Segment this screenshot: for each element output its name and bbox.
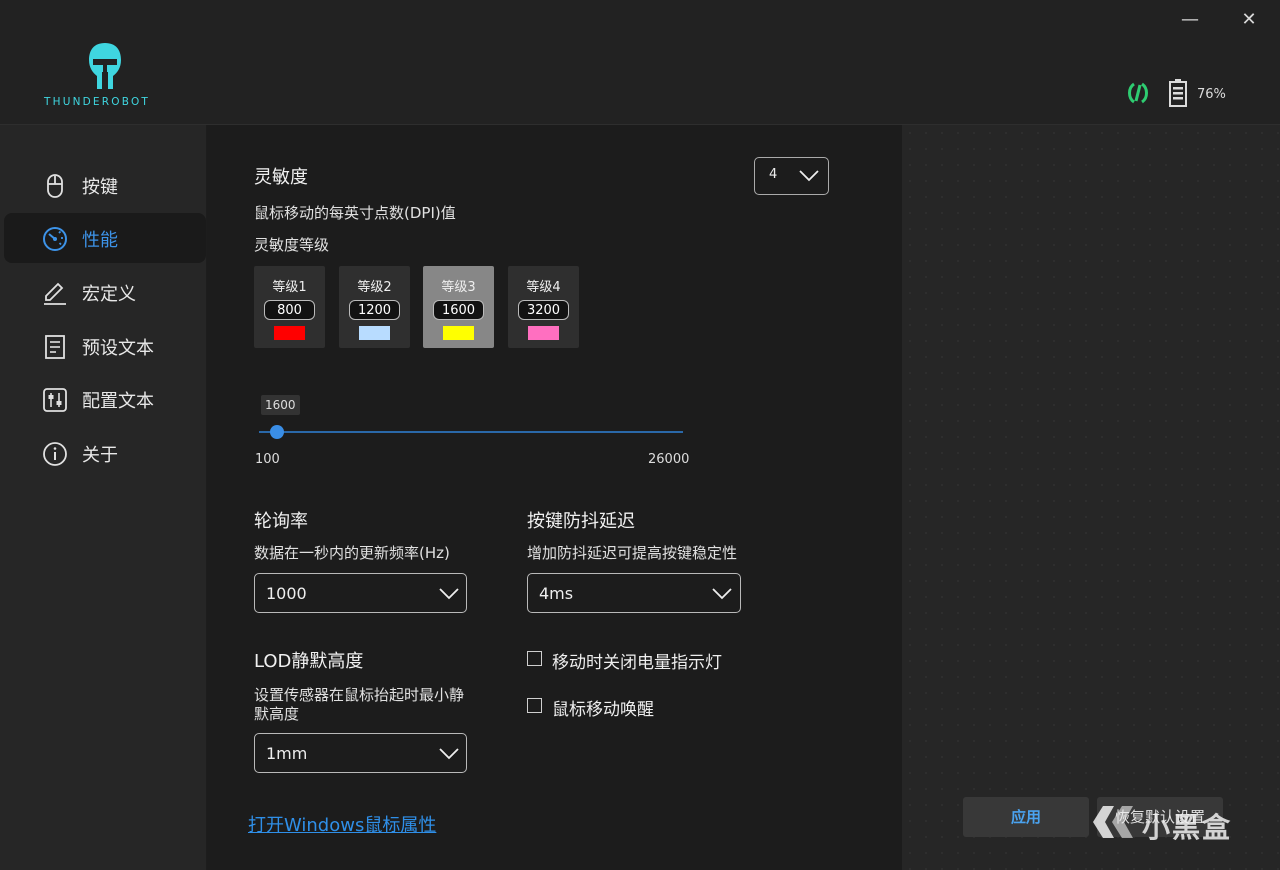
sensitivity-description: 鼠标移动的每英寸点数(DPI)值: [254, 204, 456, 222]
wake-on-move-label: 鼠标移动唤醒: [552, 700, 654, 720]
dpi-slider-min: 100: [255, 452, 280, 467]
dpi-level-card-active[interactable]: 等级3 1600: [423, 266, 494, 348]
dpi-level-name: 等级2: [357, 280, 392, 295]
chevron-down-icon: [712, 588, 732, 600]
dpi-level-card[interactable]: 等级4 3200: [508, 266, 579, 348]
dpi-value-field[interactable]: 3200: [518, 300, 569, 320]
debounce-value: 4ms: [539, 584, 574, 603]
sidebar-item-about[interactable]: 关于: [4, 428, 206, 478]
sliders-icon: [43, 388, 67, 412]
mouse-icon: [47, 174, 63, 198]
sidebar-item-config-text[interactable]: 配置文本: [4, 374, 206, 424]
dpi-color-swatch[interactable]: [359, 326, 390, 340]
brand-name: THUNDEROBOT: [44, 96, 151, 108]
battery-led-off-option[interactable]: 移动时关闭电量指示灯: [527, 648, 777, 673]
sensitivity-levels-label: 灵敏度等级: [254, 236, 330, 254]
pencil-icon: [44, 282, 66, 305]
sidebar-item-keys[interactable]: 按键: [4, 160, 206, 210]
sidebar-item-label: 宏定义: [82, 284, 136, 305]
lod-height-value: 1mm: [266, 744, 308, 763]
dpi-color-swatch[interactable]: [274, 326, 305, 340]
dpi-level-name: 等级4: [526, 280, 561, 295]
heybox-logo-icon: [1093, 806, 1133, 838]
battery-led-off-checkbox[interactable]: [527, 651, 542, 666]
battery-icon: [1169, 79, 1187, 107]
chevron-down-icon: [799, 170, 819, 182]
wake-on-move-checkbox[interactable]: [527, 698, 542, 713]
dpi-color-swatch[interactable]: [528, 326, 559, 340]
polling-rate-description: 数据在一秒内的更新频率(Hz): [254, 544, 450, 562]
polling-rate-select[interactable]: 1000: [254, 573, 467, 613]
document-icon: [45, 335, 65, 359]
sidebar-item-performance[interactable]: 性能: [4, 213, 206, 263]
dpi-level-card[interactable]: 等级2 1200: [339, 266, 410, 348]
minimize-button[interactable]: —: [1175, 8, 1205, 32]
chevron-down-icon: [439, 588, 459, 600]
sensitivity-title: 灵敏度: [254, 167, 308, 188]
dpi-level-count-select[interactable]: 4: [754, 157, 829, 195]
dpi-value-field[interactable]: 800: [264, 300, 315, 320]
dpi-level-card[interactable]: 等级1 800: [254, 266, 325, 348]
dpi-slider-track[interactable]: [259, 431, 683, 433]
dpi-level-name: 等级3: [441, 280, 476, 295]
polling-rate-value: 1000: [266, 584, 307, 603]
debounce-title: 按键防抖延迟: [527, 511, 635, 532]
speedometer-icon: [43, 227, 67, 251]
watermark-text: 小黑盒: [1142, 811, 1233, 844]
app-window: THUNDEROBOT — ✕ 76% 按键 性能 宏定义 预设文本 配置文本 …: [0, 0, 1280, 870]
dpi-level-count-value: 4: [769, 167, 778, 182]
lod-description-line2: 默高度: [254, 705, 300, 723]
dpi-slider-max: 26000: [648, 452, 690, 467]
dpi-value-field[interactable]: 1200: [349, 300, 400, 320]
battery-percentage: 76%: [1197, 87, 1226, 102]
dpi-slider-thumb[interactable]: [270, 425, 284, 439]
sidebar-item-preset-text[interactable]: 预设文本: [4, 321, 206, 371]
dpi-value-field[interactable]: 1600: [433, 300, 484, 320]
chevron-down-icon: [439, 748, 459, 760]
title-bar: THUNDEROBOT — ✕ 76%: [0, 0, 1280, 125]
dotted-side-panel: [902, 125, 1280, 870]
wake-on-move-option[interactable]: 鼠标移动唤醒: [527, 695, 727, 720]
lod-title: LOD静默高度: [254, 651, 364, 672]
sidebar-item-label: 按键: [82, 177, 118, 198]
dpi-level-name: 等级1: [272, 280, 307, 295]
sidebar-item-label: 关于: [82, 445, 118, 466]
performance-panel: 灵敏度 鼠标移动的每英寸点数(DPI)值 灵敏度等级 4 等级1 800 等级2…: [207, 125, 902, 870]
info-icon: [43, 442, 67, 466]
wireless-link-icon: [1128, 82, 1148, 104]
debounce-description: 增加防抖延迟可提高按键稳定性: [527, 544, 738, 562]
sidebar-item-macro[interactable]: 宏定义: [4, 267, 206, 317]
battery-led-off-label: 移动时关闭电量指示灯: [552, 653, 722, 673]
sidebar: 按键 性能 宏定义 预设文本 配置文本 关于: [0, 125, 206, 870]
watermark: 小黑盒: [1090, 798, 1250, 846]
dpi-slider-value-tooltip: 1600: [261, 395, 300, 415]
sidebar-item-label: 性能: [82, 230, 118, 251]
apply-button[interactable]: 应用: [963, 797, 1089, 837]
close-button[interactable]: ✕: [1234, 8, 1264, 32]
thunderobot-logo-icon: [89, 43, 121, 89]
lod-height-select[interactable]: 1mm: [254, 733, 467, 773]
sidebar-item-label: 配置文本: [82, 391, 154, 412]
debounce-select[interactable]: 4ms: [527, 573, 741, 613]
dpi-color-swatch[interactable]: [443, 326, 474, 340]
polling-rate-title: 轮询率: [254, 511, 308, 532]
sidebar-item-label: 预设文本: [82, 338, 154, 359]
open-windows-mouse-properties-link[interactable]: 打开Windows鼠标属性: [248, 811, 436, 837]
lod-description-line1: 设置传感器在鼠标抬起时最小静: [254, 686, 465, 704]
